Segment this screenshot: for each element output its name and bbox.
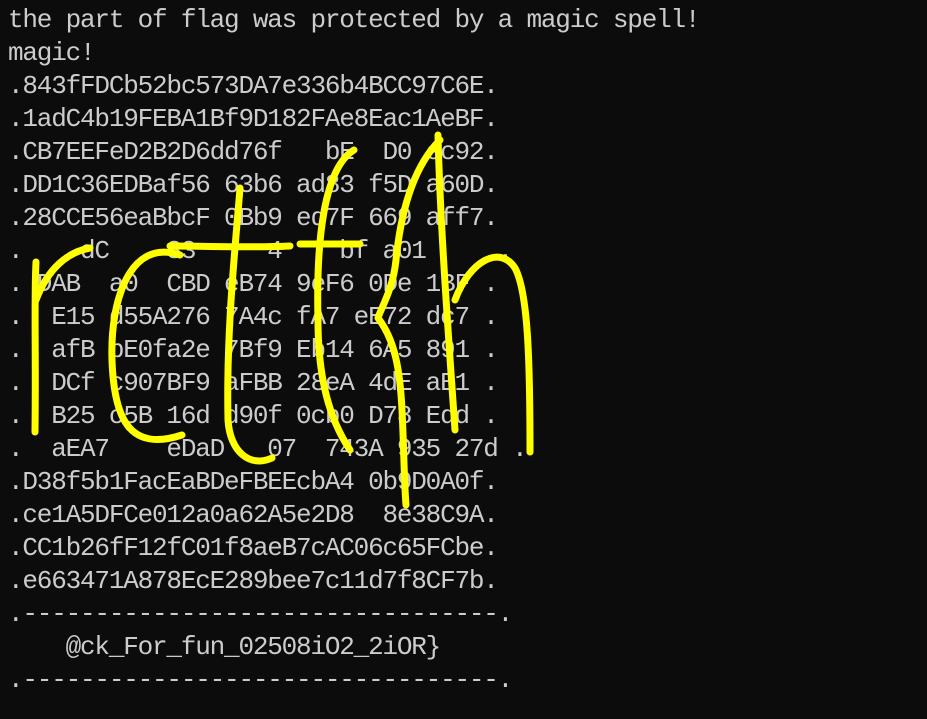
flag-fragment: @ck_For_fun_02508iO2_2iOR} (8, 632, 442, 662)
hex-row-2: .1adC4b19FEBA1Bf9D182FAe8Eac1AeBF. (8, 104, 499, 134)
hex-row-5: .28CCE56eaBbcF 0Bb9 ed7F 669 aff7. (8, 203, 499, 233)
hex-row-13: .D38f5b1FacEaBDeFBEEcbA4 0b9D0A0f. (8, 467, 499, 497)
terminal-window[interactable]: the part of flag was protected by a magi… (0, 0, 927, 719)
terminal-line-magic: magic! (8, 38, 96, 68)
hex-row-11: . B25 c5B 16d d90f 0cb0 D78 Edd . (8, 401, 499, 431)
hex-row-14: .ce1A5DFCe012a0a62A5e2D8 8e38C9A. (8, 500, 499, 530)
separator-top: .---------------------------------. (8, 599, 513, 629)
hex-row-10: . DCf c907BF9 aFBB 28eA 4dE aB1 . (8, 368, 499, 398)
hex-row-7: . DAB a0 CBD eB74 9eF6 0De 1BF . (8, 269, 499, 299)
hex-row-8: . E15 d55A276 7A4c fA7 eE72 dc7 . (8, 302, 499, 332)
hex-row-16: .e663471A878EcE289bee7c11d7f8CF7b. (8, 566, 499, 596)
hex-row-6: . dC 83 4 bf a01 . (8, 236, 513, 266)
hex-row-12: . aEA7 eDaD 07 743A 935 27d . (8, 434, 528, 464)
terminal-line-message: the part of flag was protected by a magi… (8, 5, 701, 35)
hex-row-9: . afB bE0fa2e 7Bf9 Eb14 6A5 891 . (8, 335, 499, 365)
hex-row-4: .DD1C36EDBaf56 63b6 ad83 f5D a60D. (8, 170, 499, 200)
separator-bottom: .---------------------------------. (8, 665, 513, 695)
hex-row-15: .CC1b26fF12fC01f8aeB7cAC06c65FCbe. (8, 533, 499, 563)
hex-row-3: .CB7EEFeD2B2D6dd76f bE D0 ec92. (8, 137, 499, 167)
hex-row-1: .843fFDCb52bc573DA7e336b4BCC97C6E. (8, 71, 499, 101)
